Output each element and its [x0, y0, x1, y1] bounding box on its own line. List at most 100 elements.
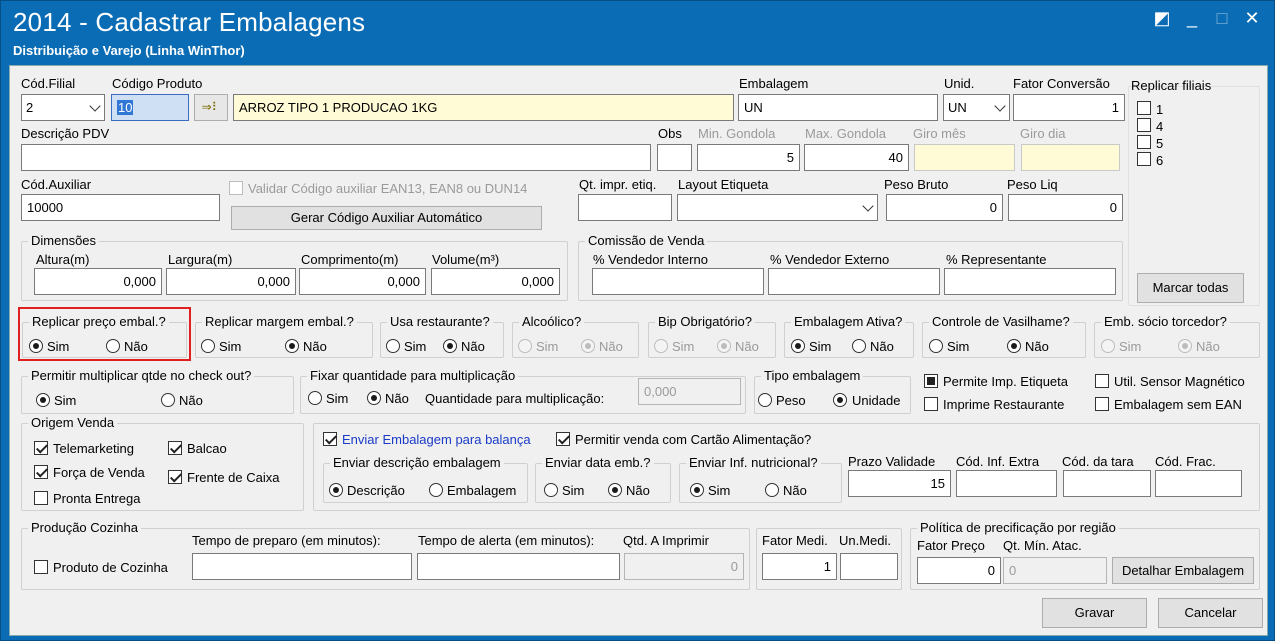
- imprime-restaurante-checkbox[interactable]: [924, 397, 938, 411]
- tempo-preparo-input[interactable]: [192, 553, 412, 580]
- telemarketing-checkbox[interactable]: [34, 441, 48, 455]
- peso-liq-input[interactable]: 0: [1008, 194, 1123, 221]
- tipo-peso-radio[interactable]: [758, 393, 772, 407]
- usa_restaurante-sim-radio[interactable]: [386, 339, 400, 353]
- ativa-sim-radio[interactable]: [791, 339, 805, 353]
- inf-extra-input[interactable]: [956, 470, 1057, 497]
- alcoolico-sim-radio[interactable]: [518, 339, 532, 353]
- bip-nao-radio[interactable]: [717, 339, 731, 353]
- vendedor-interno-label: % Vendedor Interno: [593, 252, 708, 267]
- embalagem-input[interactable]: UN: [738, 94, 938, 121]
- replicar_margem-sim-radio[interactable]: [201, 339, 215, 353]
- fator-conversao-input[interactable]: 1: [1013, 94, 1125, 121]
- data-nao-radio[interactable]: [608, 483, 622, 497]
- produto-cozinha-checkbox[interactable]: [34, 560, 48, 574]
- nutri-nao-radio[interactable]: [765, 483, 779, 497]
- permitir-cartao-checkbox[interactable]: [556, 432, 570, 446]
- descricao-pdv-input[interactable]: [21, 144, 651, 171]
- peso-bruto-input[interactable]: 0: [886, 194, 1003, 221]
- frente-caixa-checkbox[interactable]: [168, 470, 182, 484]
- vasilhame-nao-radio[interactable]: [1007, 339, 1021, 353]
- desc-embalagem-radio[interactable]: [429, 483, 443, 497]
- comprimento-input[interactable]: 0,000: [299, 268, 426, 295]
- vasilhame-sim-radio[interactable]: [929, 339, 943, 353]
- ativa-nao-radio[interactable]: [852, 339, 866, 353]
- maximize-icon[interactable]: □: [1211, 9, 1233, 27]
- fator-preco-input[interactable]: 0: [917, 557, 1001, 584]
- tipo-unidade-radio[interactable]: [833, 393, 847, 407]
- min-gondola-input[interactable]: 5: [697, 144, 800, 171]
- cod-frac-input[interactable]: [1155, 470, 1242, 497]
- vendedor-interno-input[interactable]: [592, 268, 764, 295]
- tempo-alerta-input[interactable]: [417, 553, 620, 580]
- max-gondola-input[interactable]: 40: [804, 144, 909, 171]
- title-bar: 2014 - Cadastrar Embalagens Distribuição…: [1, 1, 1274, 65]
- enviar-balanca-checkbox[interactable]: [323, 432, 337, 446]
- marcar-todas-button[interactable]: Marcar todas: [1137, 273, 1244, 303]
- qtd-imprimir-input[interactable]: 0: [624, 553, 744, 580]
- fixar-nao-radio[interactable]: [367, 391, 381, 405]
- forca-venda-checkbox[interactable]: [34, 465, 48, 479]
- desc-descricao-radio[interactable]: [329, 483, 343, 497]
- filial-6-checkbox[interactable]: [1137, 152, 1151, 166]
- nutri-sim-radio[interactable]: [690, 483, 704, 497]
- data-sim-radio[interactable]: [544, 483, 558, 497]
- qt-impr-etiq-input[interactable]: [578, 194, 672, 221]
- permite-imp-etiqueta-checkbox[interactable]: [924, 374, 938, 388]
- nutri-nao-label: Não: [783, 483, 807, 498]
- chevron-down-icon: [89, 100, 101, 112]
- altura-input[interactable]: 0,000: [34, 268, 162, 295]
- alcoolico-nao-radio[interactable]: [581, 339, 595, 353]
- permitir-multiplicar-sim-radio[interactable]: [36, 393, 50, 407]
- enviar-nutricional-title: Enviar Inf. nutricional?: [686, 455, 821, 471]
- cod-filial-select[interactable]: 2: [21, 94, 105, 121]
- cod-tara-input[interactable]: [1063, 470, 1151, 497]
- close-icon[interactable]: ✕: [1241, 9, 1263, 27]
- un-medi-input[interactable]: [840, 553, 898, 580]
- unid-label: Unid.: [944, 76, 975, 91]
- socio-sim-radio[interactable]: [1101, 339, 1115, 353]
- qt-min-atac-input[interactable]: 0: [1003, 557, 1107, 584]
- filial-4-checkbox[interactable]: [1137, 118, 1151, 132]
- quantidade-multiplicacao-input[interactable]: 0,000: [638, 378, 741, 405]
- representante-input[interactable]: [944, 268, 1116, 295]
- prazo-validade-input[interactable]: 15: [848, 470, 951, 497]
- embalagem-sem-ean-checkbox[interactable]: [1095, 397, 1109, 411]
- tipo-embalagem-title: Tipo embalagem: [761, 368, 864, 384]
- restore-icon[interactable]: ◩: [1151, 9, 1173, 27]
- producao-cozinha-title: Produção Cozinha: [28, 520, 141, 536]
- layout-etiqueta-select[interactable]: [677, 194, 878, 221]
- descricao-produto-field: ARROZ TIPO 1 PRODUCAO 1KG: [233, 94, 734, 121]
- cancelar-button[interactable]: Cancelar: [1158, 598, 1263, 628]
- fixar-sim-label: Sim: [326, 391, 349, 406]
- comissao-title: Comissão de Venda: [585, 233, 708, 249]
- balcao-checkbox[interactable]: [168, 441, 182, 455]
- filial-1-checkbox[interactable]: [1137, 101, 1151, 115]
- vendedor-externo-input[interactable]: [768, 268, 940, 295]
- detalhar-embalagem-button[interactable]: Detalhar Embalagem: [1112, 557, 1254, 584]
- bip-sim-radio[interactable]: [654, 339, 668, 353]
- obs-input[interactable]: [657, 144, 692, 171]
- fator-medi-input[interactable]: 1: [762, 553, 837, 580]
- usa_restaurante-nao-radio[interactable]: [443, 339, 457, 353]
- imprime-restaurante-label: Imprime Restaurante: [943, 397, 1065, 412]
- volume-input[interactable]: 0,000: [431, 268, 560, 295]
- inf-extra-label: Cód. Inf. Extra: [956, 454, 1040, 469]
- fixar-sim-radio[interactable]: [308, 391, 322, 405]
- unid-select[interactable]: UN: [943, 94, 1010, 121]
- gerar-codigo-auxiliar-button[interactable]: Gerar Código Auxiliar Automático: [231, 206, 542, 230]
- codigo-produto-input[interactable]: 10: [111, 94, 189, 121]
- pronta-entrega-checkbox[interactable]: [34, 491, 48, 505]
- validar-ean-label: Validar Código auxiliar EAN13, EAN8 ou D…: [248, 181, 528, 196]
- largura-input[interactable]: 0,000: [166, 268, 296, 295]
- util-sensor-checkbox[interactable]: [1095, 374, 1109, 388]
- minimize-icon[interactable]: _: [1181, 9, 1203, 27]
- search-product-button[interactable]: ⇒⠇: [194, 94, 228, 121]
- cod-auxiliar-input[interactable]: 10000: [21, 194, 220, 221]
- validar-ean-checkbox[interactable]: [229, 181, 243, 195]
- replicar_margem-nao-radio[interactable]: [285, 339, 299, 353]
- socio-nao-radio[interactable]: [1178, 339, 1192, 353]
- permitir-multiplicar-nao-radio[interactable]: [161, 393, 175, 407]
- gravar-button[interactable]: Gravar: [1042, 598, 1147, 628]
- filial-5-checkbox[interactable]: [1137, 135, 1151, 149]
